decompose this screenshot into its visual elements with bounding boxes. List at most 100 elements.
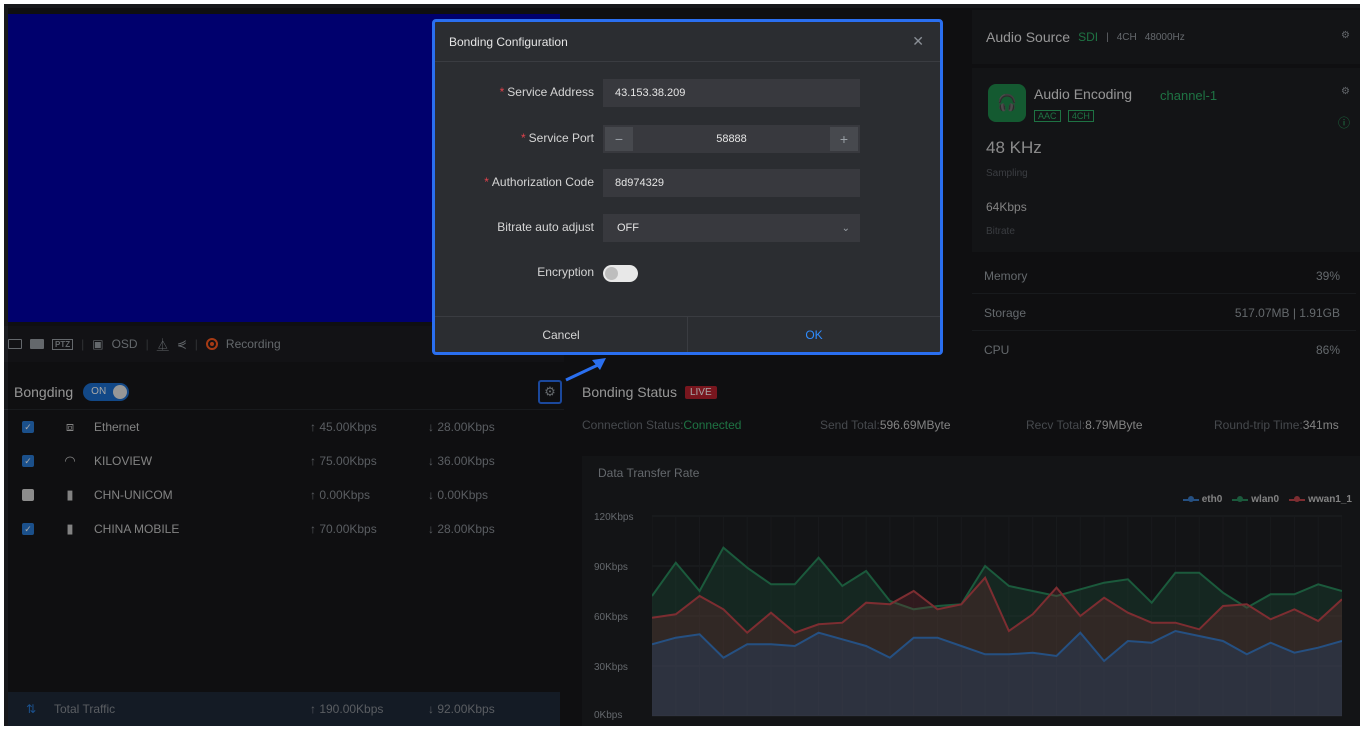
- bitrate-select[interactable]: OFF ⌄: [603, 214, 860, 242]
- required-mark: *: [484, 175, 489, 189]
- service-address-label: * Service Address: [500, 85, 594, 99]
- pointer-arrow: [565, 358, 606, 382]
- gear-icon: ⚙: [544, 384, 556, 399]
- cpu-label: CPU: [984, 343, 1010, 357]
- encryption-label: Encryption: [537, 265, 594, 279]
- storage-value: 517.07MB | 1.91GB: [1234, 305, 1340, 320]
- channels-tag: 4CH: [1067, 110, 1094, 122]
- ethernet-icon: ⧈: [65, 419, 75, 434]
- sampling-value: 48 KHz: [986, 138, 1042, 157]
- legend-item-wwan1-1[interactable]: wwan1_1: [1289, 494, 1352, 505]
- bitrate-label: Bitrate: [986, 226, 1015, 237]
- y-tick-label: 60Kbps: [594, 612, 628, 623]
- storage-row: Storage 517.07MB | 1.91GB: [972, 295, 1356, 331]
- layout-icon[interactable]: [8, 339, 22, 349]
- bitrate-value: 64Kbps: [986, 200, 1027, 214]
- legend-swatch: [1289, 495, 1306, 502]
- y-tick-label: 30Kbps: [594, 662, 628, 673]
- audio-encoding-panel: 🎧 Audio Encoding channel-1 AAC 4CH 48 KH…: [972, 68, 1360, 252]
- ptz-button[interactable]: PTZ: [52, 338, 74, 350]
- modal-header: Bonding Configuration ✕: [435, 22, 940, 62]
- interface-row-ethernet: ✓ ⧈ Ethernet ↑ 45.00Kbps ↓ 28.00Kbps: [4, 410, 564, 444]
- legend-label: wlan0: [1251, 494, 1280, 505]
- info-icon[interactable]: ⓘ: [1338, 114, 1350, 131]
- memory-value: 39%: [1315, 268, 1340, 283]
- chevron-down-icon: ⌄: [841, 222, 850, 234]
- fullscreen-icon[interactable]: [30, 339, 44, 349]
- required-mark: *: [499, 85, 505, 99]
- close-icon[interactable]: ✕: [912, 33, 924, 50]
- flip-icon[interactable]: ⏅: [157, 336, 169, 353]
- gear-icon[interactable]: ⚙: [1341, 86, 1350, 97]
- modal-footer: Cancel OK: [435, 316, 940, 352]
- total-down: ↓ 92.00Kbps: [428, 702, 495, 716]
- interface-row-chn-unicom: ▮ CHN-UNICOM ↑ 0.00Kbps ↓ 0.00Kbps: [4, 478, 564, 512]
- modal-title: Bonding Configuration: [449, 34, 568, 49]
- service-port-input[interactable]: 58888: [635, 133, 828, 145]
- transfer-icon: ⇅: [26, 702, 37, 716]
- toolbar-divider: |: [194, 337, 198, 351]
- interface-name: KILOVIEW: [94, 454, 153, 468]
- bonding-status-header: Bonding Status LIVE: [578, 374, 1360, 410]
- total-traffic-label: Total Traffic: [54, 702, 116, 716]
- label-text: Authorization Code: [491, 175, 594, 189]
- image-icon[interactable]: ▣: [92, 337, 103, 351]
- data-transfer-chart: Data Transfer Rate eth0 wlan0 wwan1_1 12…: [582, 456, 1360, 726]
- send-total-label: Send Total:: [820, 418, 880, 432]
- bonding-config-modal: Bonding Configuration ✕ * Service Address…: [432, 19, 943, 355]
- increment-button[interactable]: +: [830, 127, 858, 151]
- round-trip-time: Round-trip Time:341ms: [1214, 418, 1339, 432]
- interface-down: ↓ 28.00Kbps: [428, 522, 495, 536]
- live-badge: LIVE: [684, 385, 717, 399]
- service-port-row: * Service Port − 58888 +: [435, 125, 940, 153]
- record-icon[interactable]: [205, 338, 218, 350]
- gear-icon[interactable]: ⚙: [1341, 30, 1350, 41]
- interface-down: ↓ 36.00Kbps: [428, 454, 495, 468]
- service-address-row: * Service Address 43.153.38.209: [435, 79, 940, 107]
- legend-item-eth0[interactable]: eth0: [1182, 494, 1223, 505]
- encryption-row: Encryption: [435, 259, 940, 287]
- encryption-toggle[interactable]: [603, 265, 638, 282]
- total-up: ↑ 190.00Kbps: [310, 702, 384, 716]
- cellular-icon: ▮: [66, 521, 74, 536]
- osd-button[interactable]: OSD: [112, 337, 138, 351]
- legend-item-wlan0[interactable]: wlan0: [1232, 494, 1279, 505]
- bonding-title: Bongding: [14, 383, 74, 400]
- arrow-line: [565, 362, 601, 382]
- bonding-status-title: Bonding Status: [582, 384, 677, 400]
- audio-source-panel: Audio Source SDI | 4CH 48000Hz ⚙: [972, 10, 1360, 64]
- divider: |: [1106, 31, 1109, 43]
- interface-name: CHINA MOBILE: [94, 522, 180, 536]
- legend-label: wwan1_1: [1308, 494, 1352, 505]
- interface-checkbox[interactable]: ✓: [22, 523, 34, 535]
- recording-label[interactable]: Recording: [226, 337, 281, 351]
- interface-checkbox[interactable]: ✓: [22, 421, 34, 433]
- decrement-button[interactable]: −: [605, 127, 633, 151]
- interface-name: Ethernet: [94, 420, 140, 434]
- audio-input-type: SDI: [1078, 30, 1099, 44]
- service-address-input[interactable]: 43.153.38.209: [603, 79, 860, 107]
- bonding-toggle[interactable]: ON: [83, 382, 130, 401]
- y-tick-label: 0Kbps: [594, 710, 623, 721]
- auth-code-input[interactable]: 8d974329: [603, 169, 860, 197]
- connection-status-label: Connection Status:: [582, 418, 684, 432]
- legend-label: eth0: [1201, 494, 1223, 505]
- service-port-stepper: − 58888 +: [603, 125, 860, 153]
- bonding-header: Bongding ON: [4, 374, 564, 410]
- audio-encoding-channel: channel-1: [1160, 88, 1218, 103]
- interface-row-kiloview: ✓ ◠ KILOVIEW ↑ 75.00Kbps ↓ 36.00Kbps: [4, 444, 564, 478]
- ok-button[interactable]: OK: [688, 317, 940, 352]
- interface-checkbox[interactable]: ✓: [22, 455, 34, 467]
- cpu-row: CPU 86%: [972, 332, 1356, 368]
- bitrate-row: Bitrate auto adjust OFF ⌄: [435, 214, 940, 242]
- y-tick-label: 120Kbps: [594, 512, 634, 523]
- interface-checkbox[interactable]: [22, 489, 34, 501]
- mirror-icon[interactable]: ⋞: [177, 337, 187, 351]
- legend-swatch: [1232, 495, 1249, 502]
- interface-up: ↑ 75.00Kbps: [310, 454, 377, 468]
- recv-total-label: Recv Total:: [1026, 418, 1086, 432]
- legend-swatch: [1182, 495, 1199, 502]
- cancel-button[interactable]: Cancel: [435, 317, 688, 352]
- cellular-icon: ▮: [66, 487, 74, 502]
- bonding-settings-button[interactable]: ⚙: [538, 380, 562, 404]
